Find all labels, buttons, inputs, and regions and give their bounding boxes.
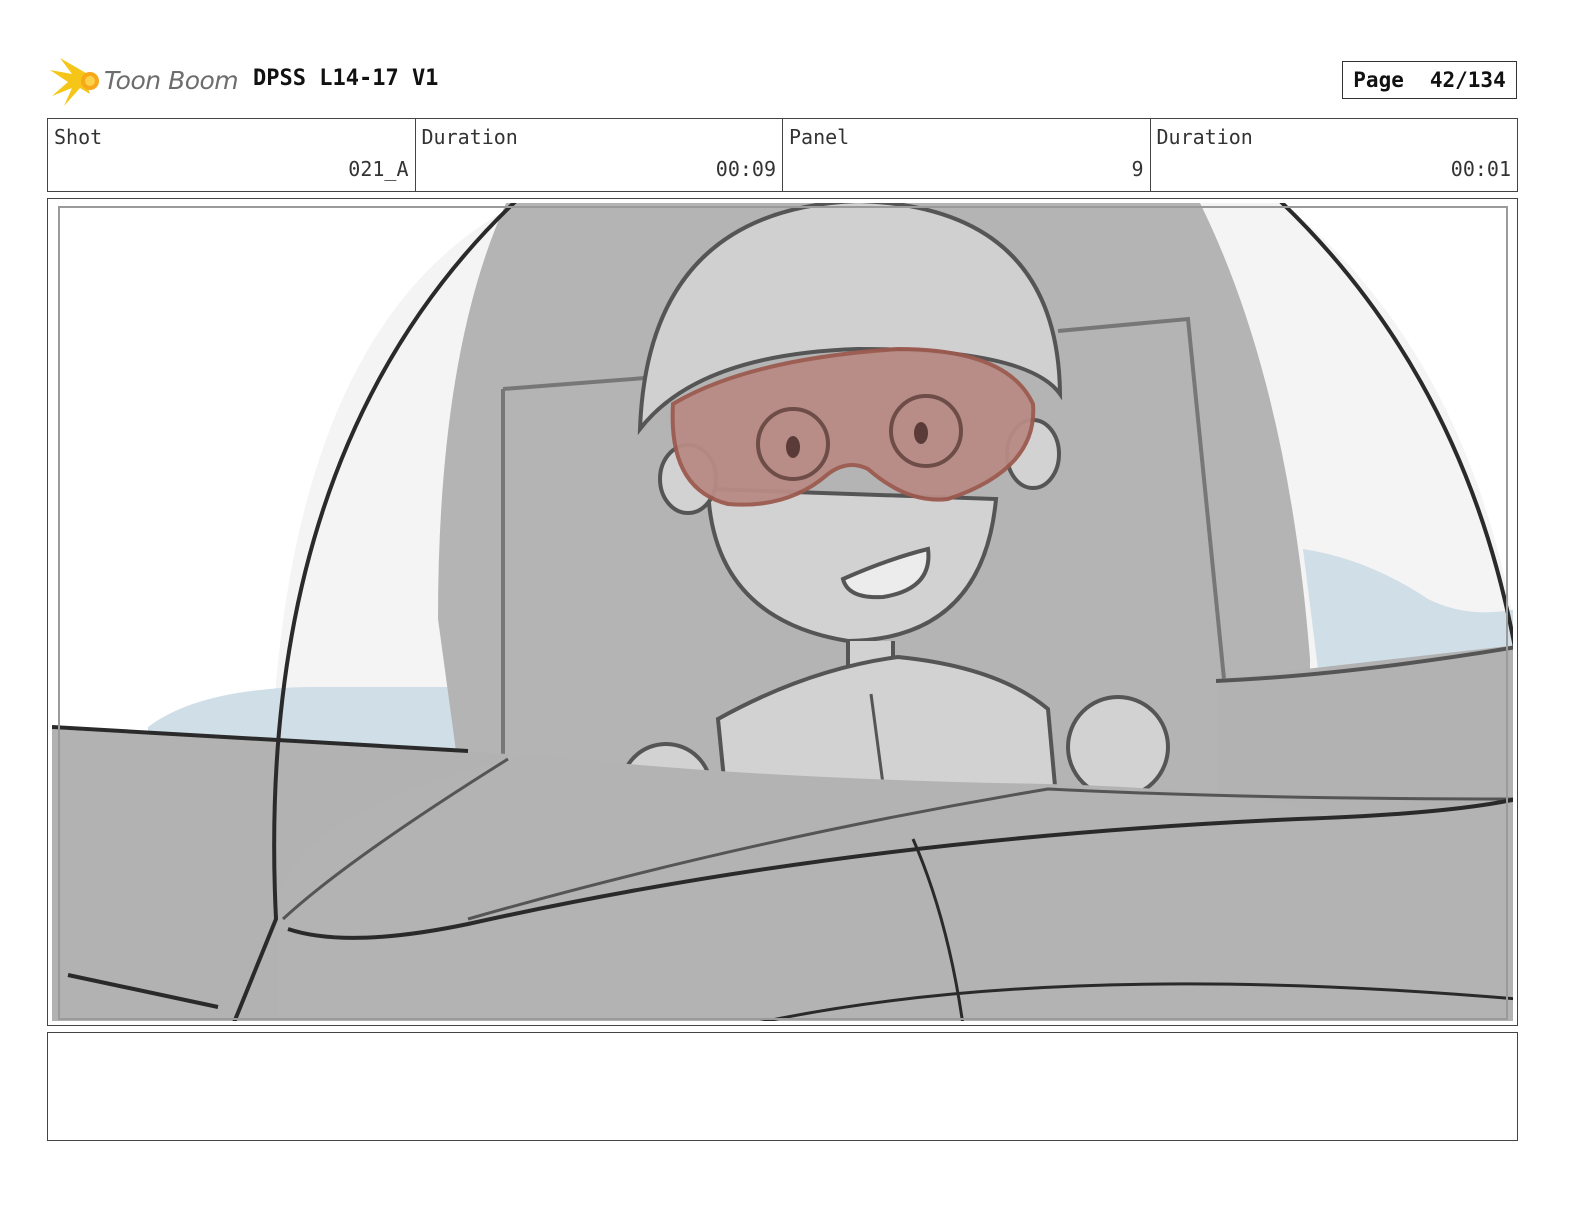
shot-duration-label: Duration <box>421 125 518 149</box>
notes-box <box>47 1032 1518 1141</box>
panel-value: 9 <box>1131 157 1144 181</box>
panel-cell: Panel 9 <box>783 119 1151 191</box>
panel-label: Panel <box>789 125 850 149</box>
panel-duration-label: Duration <box>1156 125 1253 149</box>
shot-label: Shot <box>54 125 103 149</box>
shot-duration-value: 00:09 <box>715 157 776 181</box>
page-label: Page <box>1353 68 1404 92</box>
logo-text: Toon Boom <box>104 66 239 95</box>
page-value: 42/134 <box>1429 68 1506 92</box>
panel-duration-value: 00:01 <box>1450 157 1511 181</box>
panel-duration-cell: Duration 00:01 <box>1151 119 1518 191</box>
page-indicator: Page 42/134 <box>1342 61 1517 99</box>
shot-cell: Shot 021_A <box>48 119 416 191</box>
shot-value: 021_A <box>348 157 409 181</box>
document-title: DPSS L14-17 V1 <box>253 66 439 91</box>
shot-info-row: Shot 021_A Duration 00:09 Panel 9 Durati… <box>47 118 1518 192</box>
storyboard-panel <box>47 198 1518 1026</box>
starburst-icon <box>50 58 99 106</box>
toon-boom-logo: Toon Boom <box>50 56 240 108</box>
storyboard-drawing <box>52 203 1513 1021</box>
shot-duration-cell: Duration 00:09 <box>416 119 783 191</box>
